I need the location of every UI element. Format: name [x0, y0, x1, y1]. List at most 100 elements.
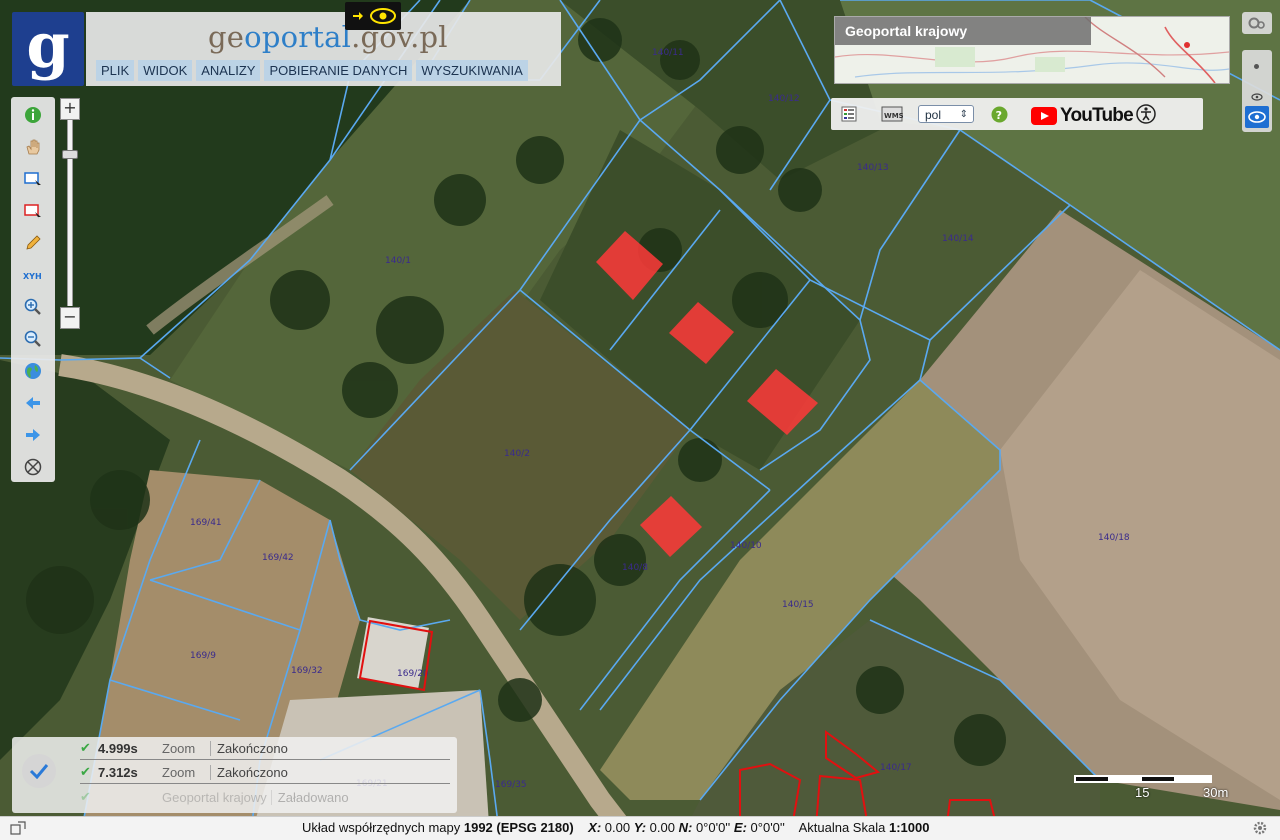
site-title-part: ge: [208, 20, 245, 54]
overview-map[interactable]: Geoportal krajowy: [834, 16, 1230, 84]
gear-icon[interactable]: [1252, 820, 1268, 836]
crs-prefix: Układ współrzędnych mapy: [302, 820, 461, 835]
n-value: 0°0'0'': [695, 820, 731, 835]
zoom-out-button[interactable]: −: [60, 307, 80, 329]
menu-analizy[interactable]: ANALIZY: [196, 60, 261, 81]
svg-text:140/12: 140/12: [768, 94, 800, 104]
svg-text:?: ?: [996, 109, 1002, 122]
y-label: Y:: [633, 820, 647, 835]
small-dot-icon[interactable]: [1254, 64, 1259, 69]
zoom-in-magnifier-icon[interactable]: [23, 297, 43, 317]
e-label: E:: [733, 820, 747, 835]
site-title-part: portal: [261, 20, 352, 54]
zoom-out-magnifier-icon[interactable]: [23, 329, 43, 349]
info-icon[interactable]: [23, 105, 43, 125]
svg-text:169/9: 169/9: [190, 651, 216, 661]
geoportal-logo[interactable]: g: [12, 12, 84, 86]
clear-cross-icon[interactable]: [23, 457, 43, 477]
eye-small-icon[interactable]: [1251, 86, 1263, 105]
select-box-red-icon[interactable]: [23, 201, 43, 221]
svg-text:169/32: 169/32: [291, 666, 323, 676]
view-mode-panel: [1242, 50, 1272, 132]
scale-bar: [1074, 775, 1212, 783]
site-title: geoportal.gov.pl: [208, 20, 448, 54]
coordinate-readout: Układ współrzędnych mapy 1992 (EPSG 2180…: [302, 820, 929, 835]
settings-gear-button[interactable]: [1242, 12, 1272, 34]
eye-icon: [370, 8, 396, 24]
help-icon[interactable]: ?: [991, 106, 1008, 127]
menu-pobieranie-danych[interactable]: POBIERANIE DANYCH: [264, 60, 413, 81]
svg-text:140/1: 140/1: [385, 256, 411, 266]
svg-text:140/10: 140/10: [730, 541, 762, 551]
wms-icon[interactable]: WMS: [881, 106, 904, 126]
svg-text:140/14: 140/14: [942, 234, 974, 244]
scale-label-end: 30m: [1203, 785, 1229, 800]
eye-view-button[interactable]: [1245, 106, 1269, 128]
language-select[interactable]: pol ⇕: [918, 105, 974, 123]
checkmark-icon: [29, 764, 49, 779]
status-time: 7.312s: [98, 764, 138, 780]
legend-list-icon[interactable]: [841, 106, 857, 126]
eye-icon: [1248, 111, 1266, 123]
status-check-button[interactable]: [22, 754, 56, 788]
check-icon: ✔: [80, 740, 91, 755]
menu-wyszukiwania[interactable]: WYSZUKIWANIA: [416, 60, 528, 81]
scale-label: Aktualna Skala: [798, 820, 886, 835]
crs-value: 1992 (EPSG 2180): [463, 820, 574, 835]
pencil-icon[interactable]: [23, 233, 43, 253]
zoom-slider-handle[interactable]: [62, 150, 78, 159]
youtube-icon: [1031, 107, 1057, 125]
n-label: N:: [678, 820, 693, 835]
resize-corner-icon[interactable]: [10, 821, 26, 835]
language-value: pol: [925, 108, 942, 122]
e-value: 0°0'0'': [750, 820, 785, 835]
svg-text:140/18: 140/18: [1098, 533, 1130, 543]
menu-plik[interactable]: PLIK: [96, 60, 135, 81]
gears-icon: [1248, 17, 1265, 29]
svg-text:169/41: 169/41: [190, 518, 222, 528]
scale-value: 1:1000: [888, 820, 930, 835]
status-row: ✔ Geoportal krajowy Załadowano: [80, 786, 450, 808]
accessibility-icon[interactable]: [1136, 104, 1156, 128]
pan-hand-icon[interactable]: [23, 137, 43, 157]
status-result: Zakończono: [217, 740, 288, 756]
menu-widok[interactable]: WIDOK: [138, 60, 193, 81]
top-right-toolbar: WMS pol ⇕ ? YouTube: [831, 98, 1203, 130]
svg-text:140/8: 140/8: [622, 563, 648, 573]
forward-arrow-icon[interactable]: [23, 425, 43, 445]
main-menu: PLIK WIDOK ANALIZY POBIERANIE DANYCH WYS…: [96, 60, 528, 81]
status-result: Zakończono: [217, 764, 288, 780]
overview-title: Geoportal krajowy: [835, 17, 1091, 45]
select-box-icon[interactable]: [23, 169, 43, 189]
status-result: Załadowano: [277, 789, 349, 805]
header-panel: geoportal.gov.pl PLIK WIDOK ANALIZY POBI…: [86, 12, 561, 86]
check-icon: ✔: [80, 764, 91, 779]
xyh-coordinates-icon[interactable]: XYH: [23, 265, 43, 285]
chevron-updown-icon: ⇕: [959, 109, 968, 120]
site-title-part: o: [244, 20, 262, 54]
y-value: 0.00: [649, 820, 675, 835]
status-action: Geoportal krajowy: [162, 789, 272, 805]
x-label: X:: [588, 820, 602, 835]
check-icon: ✔: [80, 789, 91, 804]
youtube-button[interactable]: YouTube: [1031, 105, 1134, 127]
svg-text:169/20: 169/20: [397, 669, 429, 679]
zoom-slider-track[interactable]: [67, 120, 73, 306]
map-tools-toolbar: XYH: [11, 97, 55, 482]
svg-text:140/13: 140/13: [857, 163, 889, 173]
arrow-right-icon: [353, 12, 363, 20]
svg-text:140/11: 140/11: [652, 48, 684, 58]
scale-label-mid: 15: [1135, 785, 1150, 800]
svg-text:140/15: 140/15: [782, 600, 814, 610]
zoom-in-button[interactable]: +: [60, 98, 80, 120]
task-status-panel: ✔ 4.999s Zoom Zakończono ✔ 7.312s Zoom Z…: [12, 737, 457, 813]
svg-text:XYH: XYH: [23, 272, 42, 281]
status-action: Zoom: [162, 740, 211, 756]
svg-text:169/35: 169/35: [495, 780, 527, 790]
youtube-label: YouTube: [1060, 105, 1134, 126]
globe-icon[interactable]: [23, 361, 43, 381]
high-contrast-button[interactable]: [345, 2, 401, 30]
status-row: ✔ 4.999s Zoom Zakończono: [80, 737, 450, 760]
back-arrow-icon[interactable]: [23, 393, 43, 413]
logo-letter: g: [26, 9, 70, 82]
